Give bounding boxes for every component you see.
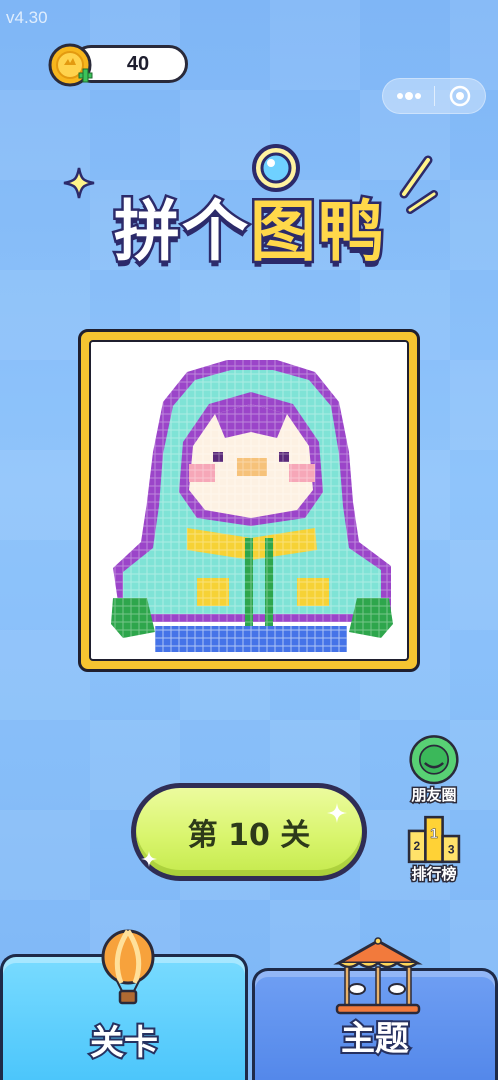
level-button-face: 第 10 关 [136, 788, 362, 876]
game-title-part2: 图鸭 [248, 191, 387, 273]
tab-themes[interactable]: 主题 [252, 937, 498, 1080]
tab-themes-label: 主题 [339, 1017, 411, 1061]
close-miniprogram-button[interactable] [435, 79, 485, 113]
penguin-pixel-art [91, 342, 407, 659]
rank-1-label: 1 [430, 826, 438, 841]
tab-levels[interactable]: 关卡 [0, 929, 248, 1080]
more-dots-icon [396, 92, 421, 100]
moments-label: 朋友圈 [410, 785, 458, 806]
sparkle-icon [141, 851, 157, 867]
version-label: v4.30 [6, 8, 48, 27]
rank-2-label: 2 [413, 839, 420, 853]
coin-count: 40 [126, 52, 150, 75]
moments-icon [409, 735, 459, 785]
ranking-button[interactable]: 2 1 3 排行榜 [398, 812, 470, 885]
more-options-button[interactable] [383, 79, 434, 113]
podium-icon: 2 1 3 [407, 815, 461, 864]
game-title: 拼个图鸭 [58, 178, 442, 274]
tab-levels-label: 关卡 [88, 1021, 160, 1065]
game-logo: 拼个图鸭 [58, 138, 442, 278]
ranking-label: 排行榜 [410, 864, 458, 885]
moments-button[interactable]: 朋友圈 [398, 733, 470, 806]
puzzle-preview-frame[interactable] [78, 329, 420, 672]
level-label: 第 10 关 [187, 818, 311, 853]
close-target-icon [449, 85, 471, 107]
hot-air-balloon-icon [101, 929, 155, 1005]
coin-icon [48, 43, 93, 87]
level-start-button[interactable]: 第 10 关 [131, 783, 367, 881]
carousel-icon [333, 937, 423, 1015]
coin-balance[interactable]: 40 [48, 43, 188, 87]
sparkle-icon [327, 803, 347, 823]
game-title-part1: 拼个 [112, 191, 251, 273]
miniprogram-capsule [382, 78, 486, 114]
puzzle-preview [89, 340, 409, 661]
rank-3-label: 3 [448, 842, 455, 856]
